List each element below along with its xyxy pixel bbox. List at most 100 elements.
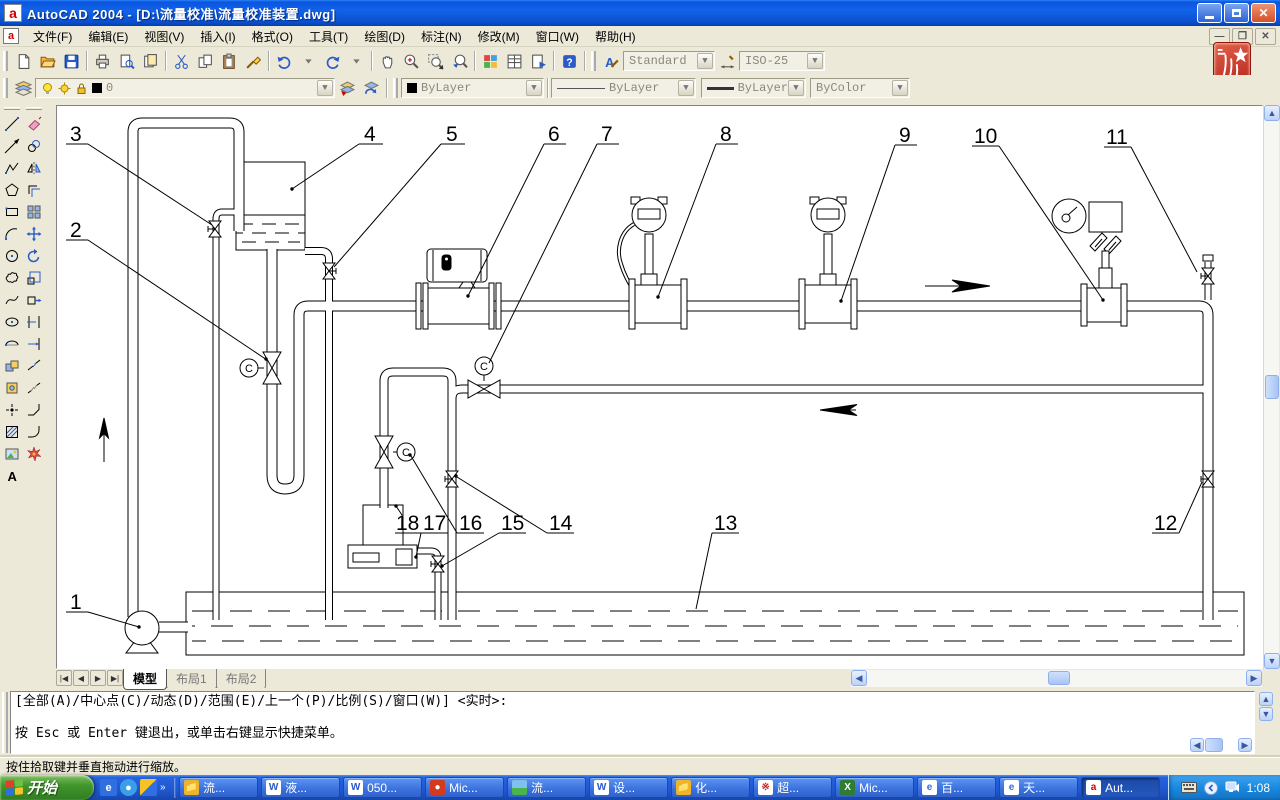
revision-cloud-tool[interactable] (1, 267, 23, 289)
minimize-button[interactable] (1197, 3, 1222, 23)
toolbar-grip[interactable] (26, 107, 42, 110)
undo-flyout-icon[interactable] (296, 49, 320, 73)
save-icon[interactable] (59, 49, 83, 73)
chevron-more-icon[interactable]: » (160, 782, 166, 793)
layer-combo[interactable]: 0 ▼ (35, 78, 335, 98)
hatch-tool[interactable] (1, 421, 23, 443)
break-tool[interactable] (23, 377, 45, 399)
publish-icon[interactable] (138, 49, 162, 73)
trim-tool[interactable] (23, 311, 45, 333)
properties-icon[interactable] (502, 49, 526, 73)
explode-tool[interactable] (23, 443, 45, 465)
sheet-set-icon[interactable] (526, 49, 550, 73)
line-tool[interactable] (1, 113, 23, 135)
toolbar-grip[interactable] (3, 51, 8, 71)
fillet-tool[interactable] (23, 421, 45, 443)
menu-dimension[interactable]: 标注(N) (413, 26, 470, 47)
scroll-left-icon[interactable]: ◀ (1190, 738, 1204, 752)
menu-window[interactable]: 窗口(W) (528, 26, 587, 47)
menu-edit[interactable]: 编辑(E) (80, 26, 136, 47)
zoom-window-icon[interactable] (423, 49, 447, 73)
menu-tools[interactable]: 工具(T) (301, 26, 356, 47)
horizontal-scrollbar[interactable]: ◀ ▶ (851, 670, 1262, 687)
match-properties-icon[interactable] (241, 49, 265, 73)
restore-button[interactable] (1224, 3, 1249, 23)
toolbar-grip[interactable] (4, 107, 20, 110)
mdi-close-button[interactable]: ✕ (1255, 28, 1276, 45)
tab-prev-icon[interactable]: ◀ (73, 670, 89, 686)
task-image[interactable]: 流... (507, 777, 586, 798)
help-icon[interactable]: ? (557, 49, 581, 73)
menu-format[interactable]: 格式(O) (244, 26, 301, 47)
task-ie-1[interactable]: e百... (917, 777, 996, 798)
chevron-down-icon[interactable]: ▼ (892, 80, 908, 96)
task-folder-1[interactable]: 📁流... (179, 777, 258, 798)
move-tool[interactable] (23, 223, 45, 245)
make-layer-current-icon[interactable] (335, 76, 359, 100)
copy-object-tool[interactable] (23, 135, 45, 157)
tab-first-icon[interactable]: |◀ (56, 670, 72, 686)
layer-color-swatch[interactable] (92, 83, 102, 93)
task-word-2[interactable]: W050... (343, 777, 422, 798)
menu-view[interactable]: 视图(V) (136, 26, 192, 47)
ellipse-arc-tool[interactable] (1, 333, 23, 355)
chevron-down-icon[interactable]: ▼ (788, 80, 804, 96)
print-preview-icon[interactable] (114, 49, 138, 73)
tab-last-icon[interactable]: ▶| (107, 670, 123, 686)
plot-style-combo[interactable]: ByColor ▼ (810, 78, 910, 98)
toolbar-grip[interactable] (3, 78, 8, 98)
task-word-3[interactable]: W设... (589, 777, 668, 798)
chevron-down-icon[interactable]: ▼ (526, 80, 542, 96)
command-text-area[interactable]: [全部(A)/中心点(C)/动态(D)/范围(E)/上一个(P)/比例(S)/窗… (10, 691, 1255, 754)
construction-line-tool[interactable] (1, 135, 23, 157)
horizontal-scroll-thumb[interactable] (1048, 671, 1070, 685)
menu-file[interactable]: 文件(F) (25, 26, 80, 47)
task-ie-2[interactable]: e天... (999, 777, 1078, 798)
pan-icon[interactable] (375, 49, 399, 73)
tool-palettes-icon[interactable] (478, 49, 502, 73)
document-icon[interactable]: a (3, 28, 19, 44)
redo-icon[interactable] (320, 49, 344, 73)
linetype-combo[interactable]: ByLayer ▼ (551, 78, 696, 98)
point-tool[interactable] (1, 399, 23, 421)
task-reader[interactable]: ※超... (753, 777, 832, 798)
erase-tool[interactable] (23, 113, 45, 135)
chevron-down-icon[interactable]: ▼ (807, 53, 823, 69)
command-grip[interactable] (2, 692, 8, 753)
arc-tool[interactable] (1, 223, 23, 245)
scroll-right-icon[interactable]: ▶ (1246, 670, 1262, 686)
offset-tool[interactable] (23, 179, 45, 201)
vertical-scroll-thumb[interactable] (1265, 375, 1279, 399)
chamfer-tool[interactable] (23, 399, 45, 421)
hide-icons-icon[interactable] (1203, 781, 1219, 795)
layer-freeze-sun-icon[interactable] (58, 82, 71, 95)
menu-help[interactable]: 帮助(H) (587, 26, 644, 47)
tab-layout2[interactable]: 布局2 (216, 669, 267, 690)
scroll-down-icon[interactable]: ▼ (1259, 707, 1273, 721)
keyboard-icon[interactable] (1181, 781, 1197, 795)
command-hscroll-thumb[interactable] (1205, 738, 1223, 752)
polyline-tool[interactable] (1, 157, 23, 179)
chevron-down-icon[interactable]: ▼ (317, 80, 333, 96)
task-autocad[interactable]: aAut... (1081, 777, 1160, 798)
tab-layout1[interactable]: 布局1 (166, 669, 217, 690)
text-tool[interactable]: A (1, 465, 23, 487)
layers-icon[interactable] (11, 76, 35, 100)
msn-quicklaunch-icon[interactable]: ● (120, 779, 137, 796)
scroll-down-icon[interactable]: ▼ (1264, 653, 1280, 669)
tab-model[interactable]: 模型 (123, 669, 167, 690)
color-combo[interactable]: ByLayer ▼ (401, 78, 544, 98)
drawing-canvas[interactable]: C C C (56, 105, 1263, 669)
menu-insert[interactable]: 插入(I) (192, 26, 243, 47)
task-word-1[interactable]: W液... (261, 777, 340, 798)
menu-modify[interactable]: 修改(M) (470, 26, 528, 47)
vertical-scrollbar[interactable]: ▲ ▼ (1263, 105, 1279, 669)
polygon-tool[interactable] (1, 179, 23, 201)
task-excel[interactable]: XMic... (835, 777, 914, 798)
undo-icon[interactable] (272, 49, 296, 73)
break-at-point-tool[interactable] (23, 355, 45, 377)
insert-block-tool[interactable] (1, 355, 23, 377)
command-vscrollbar[interactable]: ▲ ▼ (1259, 692, 1275, 721)
chevron-down-icon[interactable]: ▼ (678, 80, 694, 96)
layer-lock-icon[interactable] (75, 82, 88, 95)
